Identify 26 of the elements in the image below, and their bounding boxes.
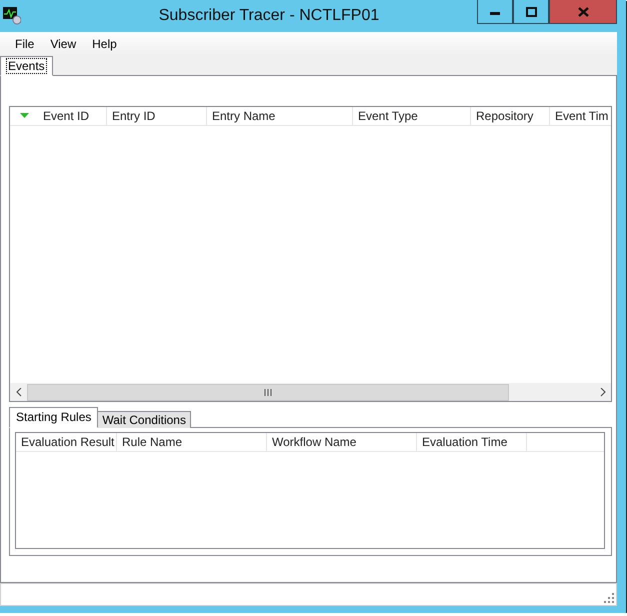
grip-icon (264, 389, 272, 396)
column-header[interactable]: Entry Name (207, 107, 353, 125)
maximize-button[interactable] (513, 0, 549, 24)
column-header[interactable]: Event ID (10, 107, 107, 125)
column-header[interactable]: Rule Name (117, 433, 267, 451)
column-header[interactable]: Entry ID (107, 107, 207, 125)
tab[interactable]: Wait Conditions (97, 411, 191, 428)
column-header[interactable]: Workflow Name (267, 433, 417, 451)
app-icon (3, 7, 21, 25)
horizontal-scrollbar[interactable] (10, 383, 611, 401)
tab[interactable]: Events (0, 56, 53, 76)
close-button[interactable] (549, 0, 617, 24)
close-icon (578, 6, 588, 16)
resize-grip-icon[interactable] (604, 593, 614, 603)
column-header[interactable]: Event Tim (550, 107, 611, 125)
column-header[interactable]: Evaluation Time (417, 433, 527, 451)
maximize-icon (526, 6, 536, 16)
window-title: Subscriber Tracer - NCTLFP01 (158, 7, 380, 25)
column-header[interactable]: Evaluation Result (16, 433, 117, 451)
column-header[interactable]: Event Type (353, 107, 471, 125)
minimize-button[interactable] (477, 0, 513, 24)
menu-item[interactable]: File (7, 37, 42, 51)
column-header[interactable]: Repository (471, 107, 550, 125)
menu-item[interactable]: View (42, 37, 84, 51)
menu-item[interactable]: Help (84, 37, 125, 51)
tab[interactable]: Starting Rules (9, 407, 98, 428)
